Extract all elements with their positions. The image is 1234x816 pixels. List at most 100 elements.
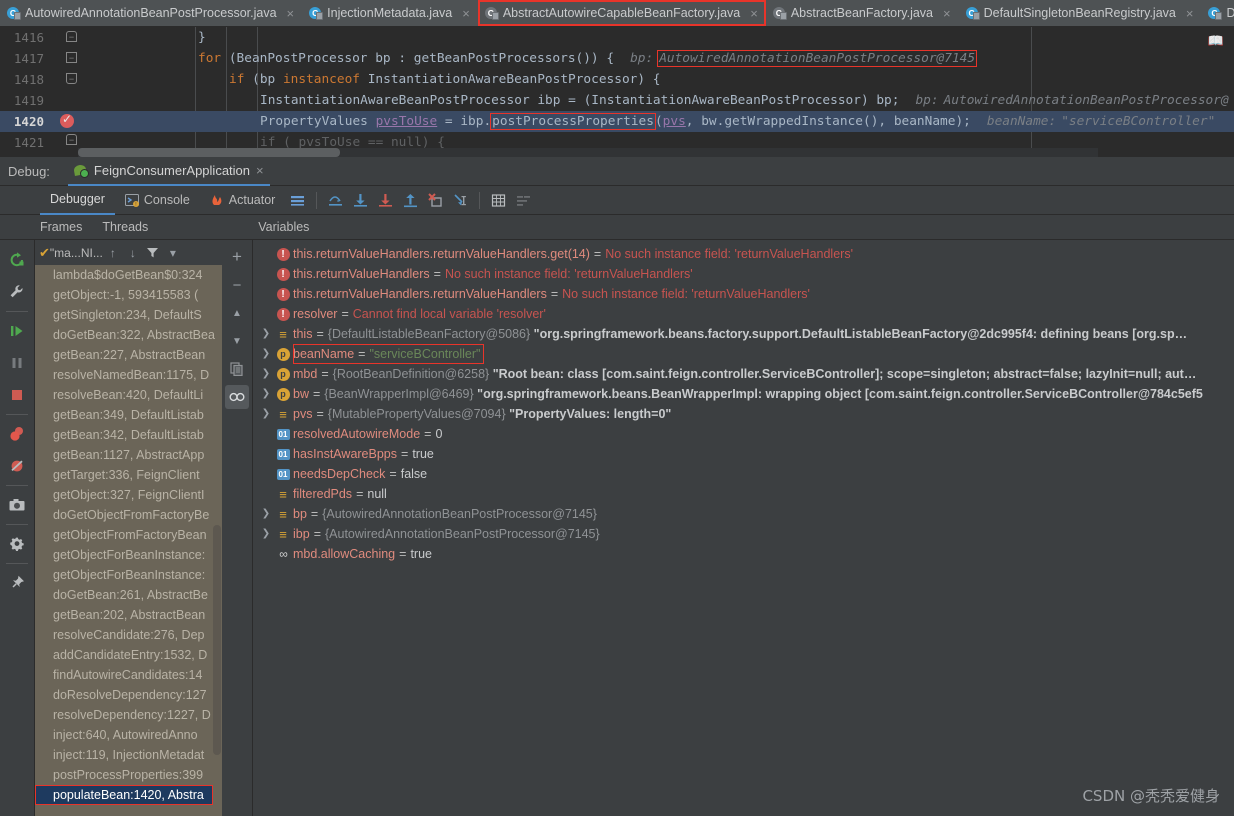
frame-item[interactable]: resolveDependency:1227, D <box>35 705 222 725</box>
frame-item[interactable]: postProcessProperties:399 <box>35 765 222 785</box>
frame-item[interactable]: resolveNamedBean:1175, D <box>35 365 222 385</box>
frame-item[interactable]: doGetBean:322, AbstractBea <box>35 325 222 345</box>
debug-settings-gear-icon[interactable] <box>4 531 30 557</box>
stop-icon[interactable] <box>4 382 30 408</box>
close-icon[interactable]: × <box>287 7 295 20</box>
variable-row[interactable]: ❯ ≡ pvs = {MutablePropertyValues@7094} "Prop… <box>253 404 1234 424</box>
expand-chevron-icon[interactable]: ❯ <box>259 504 273 524</box>
pin-tab-icon[interactable] <box>4 570 30 596</box>
mute-breakpoints-icon[interactable] <box>515 192 532 209</box>
editor-tab-4[interactable]: C DefaultSingletonBeanRegistry.java × <box>959 0 1202 26</box>
editor-tab-2-active[interactable]: C AbstractAutowireCapableBeanFactory.jav… <box>477 0 766 26</box>
settings-wrench-icon[interactable] <box>4 279 30 305</box>
gutter[interactable]: − <box>53 48 87 69</box>
rerun-icon[interactable] <box>4 247 30 273</box>
variables-panel[interactable]: ! this.returnValueHandlers.returnValueHan… <box>253 240 1234 816</box>
variable-row[interactable]: ❯ ≡ ibp = {AutowiredAnnotationBeanPostProces… <box>253 524 1234 544</box>
move-watch-down-button[interactable]: ▼ <box>225 329 249 353</box>
editor-horizontal-scrollbar[interactable] <box>78 148 1098 157</box>
expand-chevron-icon[interactable]: ❯ <box>259 324 273 344</box>
camera-snapshot-icon[interactable] <box>4 492 30 518</box>
variable-row[interactable]: 01 resolvedAutowireMode = 0 <box>253 424 1234 444</box>
layout-settings-icon[interactable] <box>289 192 306 209</box>
variable-row[interactable]: ! this.returnValueHandlers.returnValueHan… <box>253 244 1234 264</box>
frame-item[interactable]: getBean:342, DefaultListab <box>35 425 222 445</box>
expand-chevron-icon[interactable]: ❯ <box>259 364 273 384</box>
chevron-down-icon[interactable]: ▾ <box>163 243 183 263</box>
variable-row[interactable]: ❯ p bw = {BeanWrapperImpl@6469} "org.springf… <box>253 384 1234 404</box>
frame-item-selected[interactable]: populateBean:1420, Abstra <box>35 785 213 805</box>
add-watch-button[interactable]: + <box>225 245 249 269</box>
frame-item[interactable]: getBean:1127, AbstractApp <box>35 445 222 465</box>
drop-frame-icon[interactable] <box>427 192 444 209</box>
remove-watch-button[interactable]: − <box>225 273 249 297</box>
frame-item[interactable]: getTarget:336, FeignClient <box>35 465 222 485</box>
move-watch-up-button[interactable]: ▲ <box>225 301 249 325</box>
frame-item[interactable]: resolveCandidate:276, Dep <box>35 625 222 645</box>
variable-row[interactable]: ! resolver = Cannot find local variable 're… <box>253 304 1234 324</box>
close-icon[interactable]: × <box>750 7 758 20</box>
frame-item[interactable]: getObject:-1, 593415583 ( <box>35 285 222 305</box>
mute-breakpoints-icon[interactable] <box>4 453 30 479</box>
expand-chevron-icon[interactable]: ❯ <box>259 344 273 364</box>
thread-selector[interactable]: "ma...NI... <box>50 246 103 260</box>
watches-icon[interactable] <box>225 385 249 409</box>
variable-row[interactable]: ! this.returnValueHandlers.returnValueHan… <box>253 284 1234 304</box>
variable-row[interactable]: 01 hasInstAwareBpps = true <box>253 444 1234 464</box>
frame-item[interactable]: getObjectFromFactoryBean <box>35 525 222 545</box>
expand-chevron-icon[interactable]: ❯ <box>259 384 273 404</box>
threads-panel-title[interactable]: Threads <box>102 220 148 234</box>
gutter[interactable] <box>53 90 87 111</box>
view-breakpoints-icon[interactable] <box>4 421 30 447</box>
frame-item[interactable]: getObjectForBeanInstance: <box>35 545 222 565</box>
evaluate-expression-icon[interactable] <box>490 192 507 209</box>
run-to-cursor-icon[interactable] <box>452 192 469 209</box>
tab-debugger[interactable]: Debugger <box>40 186 115 215</box>
frame-item[interactable]: doResolveDependency:127 <box>35 685 222 705</box>
frame-item[interactable]: getBean:202, AbstractBean <box>35 605 222 625</box>
close-icon[interactable]: × <box>1186 7 1194 20</box>
frame-item[interactable]: getObject:327, FeignClientI <box>35 485 222 505</box>
step-into-icon[interactable] <box>352 192 369 209</box>
gutter[interactable]: − <box>53 69 87 90</box>
copy-icon[interactable] <box>225 357 249 381</box>
editor-tab-3[interactable]: C AbstractBeanFactory.java × <box>766 0 959 26</box>
gutter-breakpoint[interactable]: ✓ <box>53 111 87 132</box>
run-configuration-tab[interactable]: FeignConsumerApplication × <box>67 157 270 186</box>
frame-item[interactable]: inject:640, AutowiredAnno <box>35 725 222 745</box>
frame-item[interactable]: getSingleton:234, DefaultS <box>35 305 222 325</box>
frame-item[interactable]: lambda$doGetBean$0:324 <box>35 265 222 285</box>
expand-chevron-icon[interactable]: ❯ <box>259 524 273 544</box>
frame-item[interactable]: findAutowireCandidates:14 <box>35 665 222 685</box>
gutter[interactable]: − <box>53 27 87 48</box>
variable-row[interactable]: 01 needsDepCheck = false <box>253 464 1234 484</box>
variable-row[interactable]: ∞ mbd.allowCaching = true <box>253 544 1234 564</box>
variable-row[interactable]: ❯ ≡ bp = {AutowiredAnnotationBeanPostProcess… <box>253 504 1234 524</box>
arrow-up-icon[interactable]: ↑ <box>103 243 123 263</box>
variable-row[interactable]: ❯ p mbd = {RootBeanDefinition@6258} "Root be… <box>253 364 1234 384</box>
frame-item[interactable]: getBean:227, AbstractBean <box>35 345 222 365</box>
frame-item[interactable]: getBean:349, DefaultListab <box>35 405 222 425</box>
force-step-into-icon[interactable] <box>377 192 394 209</box>
tab-actuator[interactable]: Actuator <box>200 187 286 214</box>
call-stack-frames-list[interactable]: lambda$doGetBean$0:324 getObject:-1, 5934… <box>35 265 222 816</box>
filter-icon[interactable] <box>143 243 163 263</box>
variable-row[interactable]: ! this.returnValueHandlers = No such instan… <box>253 264 1234 284</box>
frame-item[interactable]: inject:119, InjectionMetadat <box>35 745 222 765</box>
variable-row-highlighted[interactable]: ❯ p beanName = "serviceBController" <box>253 344 1234 364</box>
code-editor[interactable]: 1416 − } 1417 − for (BeanPostProcessor b… <box>0 27 1234 157</box>
frames-vertical-scrollbar[interactable] <box>213 525 221 755</box>
resume-program-icon[interactable] <box>4 318 30 344</box>
tab-console[interactable]: ! Console <box>115 187 200 214</box>
variable-row[interactable]: ≡ filteredPds = null <box>253 484 1234 504</box>
step-over-icon[interactable] <box>327 192 344 209</box>
arrow-down-icon[interactable]: ↓ <box>123 243 143 263</box>
editor-tab-0[interactable]: C AutowiredAnnotationBeanPostProcessor.j… <box>0 0 302 26</box>
variable-row[interactable]: ❯ ≡ this = {DefaultListableBeanFactory@5086}… <box>253 324 1234 344</box>
frame-item[interactable]: doGetObjectFromFactoryBe <box>35 505 222 525</box>
editor-tab-1[interactable]: C InjectionMetadata.java × <box>302 0 478 26</box>
step-out-icon[interactable] <box>402 192 419 209</box>
frame-item[interactable]: getObjectForBeanInstance: <box>35 565 222 585</box>
breakpoint-icon[interactable]: ✓ <box>60 112 74 128</box>
frame-item[interactable]: resolveBean:420, DefaultLi <box>35 385 222 405</box>
